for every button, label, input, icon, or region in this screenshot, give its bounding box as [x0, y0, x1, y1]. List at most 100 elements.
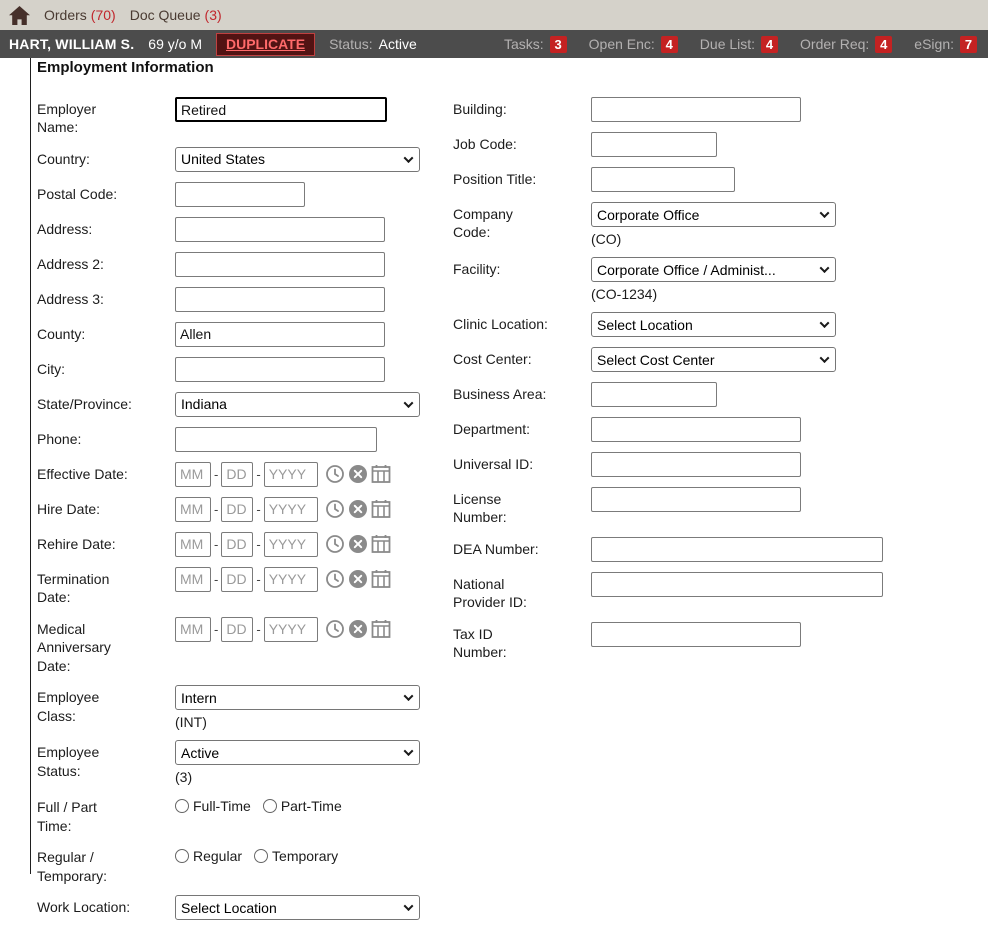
employee-class-select[interactable]: Intern — [175, 685, 420, 710]
employer-name-input[interactable] — [175, 97, 387, 122]
facility-code: (CO-1234) — [591, 286, 836, 302]
date-separator: - — [256, 502, 260, 517]
clear-icon[interactable] — [348, 619, 368, 639]
full-time-option-label: Full-Time — [193, 798, 251, 814]
city-input[interactable] — [175, 357, 385, 382]
row-effective-date: Effective Date: - - — [37, 462, 449, 487]
esign-badge: 7 — [960, 36, 977, 53]
counter-badges: Tasks: 3 Open Enc: 4 Due List: 4 Order R… — [504, 36, 979, 53]
medical-anniversary-mm-input[interactable] — [175, 617, 211, 642]
department-input[interactable] — [591, 417, 801, 442]
order-req-counter[interactable]: Order Req: 4 — [800, 36, 892, 53]
row-universal-id: Universal ID: — [453, 452, 988, 477]
employment-panel: Employment Information Employer Name: Co… — [30, 58, 988, 874]
business-area-input[interactable] — [591, 382, 717, 407]
clear-icon[interactable] — [348, 499, 368, 519]
clock-icon[interactable] — [325, 619, 345, 639]
chevron-down-icon — [820, 318, 830, 328]
employer-name-label: Employer Name: — [37, 97, 134, 137]
regular-radio[interactable] — [175, 849, 189, 863]
employee-class-select-value: Intern — [181, 690, 399, 706]
job-code-input[interactable] — [591, 132, 717, 157]
clear-icon[interactable] — [348, 569, 368, 589]
calendar-icon[interactable] — [371, 534, 391, 554]
termination-date-yyyy-input[interactable] — [264, 567, 318, 592]
address-label: Address: — [37, 217, 134, 242]
country-select-value: United States — [181, 151, 399, 167]
medical-anniversary-dd-input[interactable] — [221, 617, 253, 642]
county-input[interactable] — [175, 322, 385, 347]
home-icon[interactable] — [9, 6, 30, 25]
universal-id-input[interactable] — [591, 452, 801, 477]
hire-date-mm-input[interactable] — [175, 497, 211, 522]
license-number-input[interactable] — [591, 487, 801, 512]
open-enc-counter[interactable]: Open Enc: 4 — [589, 36, 678, 53]
facility-select[interactable]: Corporate Office / Administ... — [591, 257, 836, 282]
row-facility: Facility: Corporate Office / Administ...… — [453, 257, 988, 302]
effective-date-mm-input[interactable] — [175, 462, 211, 487]
row-termination-date: Termination Date: - - — [37, 567, 449, 607]
duplicate-flag-button[interactable]: DUPLICATE — [216, 33, 315, 56]
national-provider-id-input[interactable] — [591, 572, 883, 597]
orders-link[interactable]: Orders (70) — [44, 7, 116, 23]
building-input[interactable] — [591, 97, 801, 122]
medical-anniversary-yyyy-input[interactable] — [264, 617, 318, 642]
clear-icon[interactable] — [348, 534, 368, 554]
clock-icon[interactable] — [325, 569, 345, 589]
medical-anniversary-date-group: - - — [175, 617, 391, 642]
clock-icon[interactable] — [325, 464, 345, 484]
temporary-option[interactable]: Temporary — [254, 848, 338, 864]
calendar-icon[interactable] — [371, 619, 391, 639]
full-time-option[interactable]: Full-Time — [175, 798, 251, 814]
clear-icon[interactable] — [348, 464, 368, 484]
employee-class-label: Employee Class: — [37, 685, 134, 730]
hire-date-yyyy-input[interactable] — [264, 497, 318, 522]
termination-date-dd-input[interactable] — [221, 567, 253, 592]
doc-queue-link[interactable]: Doc Queue (3) — [130, 7, 222, 23]
clinic-location-select[interactable]: Select Location — [591, 312, 836, 337]
part-time-option[interactable]: Part-Time — [263, 798, 342, 814]
part-time-option-label: Part-Time — [281, 798, 342, 814]
rehire-date-mm-input[interactable] — [175, 532, 211, 557]
work-location-select[interactable]: Select Location — [175, 895, 420, 920]
company-code-select[interactable]: Corporate Office — [591, 202, 836, 227]
regular-option[interactable]: Regular — [175, 848, 242, 864]
address3-input[interactable] — [175, 287, 385, 312]
effective-date-dd-input[interactable] — [221, 462, 253, 487]
dea-number-input[interactable] — [591, 537, 883, 562]
position-title-input[interactable] — [591, 167, 735, 192]
full-time-radio[interactable] — [175, 799, 189, 813]
tasks-counter[interactable]: Tasks: 3 — [504, 36, 567, 53]
rehire-date-dd-input[interactable] — [221, 532, 253, 557]
employee-status-select[interactable]: Active — [175, 740, 420, 765]
hire-date-dd-input[interactable] — [221, 497, 253, 522]
phone-input[interactable] — [175, 427, 377, 452]
regular-temporary-label: Regular / Temporary: — [37, 845, 134, 885]
esign-counter[interactable]: eSign: 7 — [914, 36, 977, 53]
rehire-date-yyyy-input[interactable] — [264, 532, 318, 557]
calendar-icon[interactable] — [371, 569, 391, 589]
calendar-icon[interactable] — [371, 464, 391, 484]
clock-icon[interactable] — [325, 534, 345, 554]
effective-date-yyyy-input[interactable] — [264, 462, 318, 487]
address-input[interactable] — [175, 217, 385, 242]
regular-option-label: Regular — [193, 848, 242, 864]
row-medical-anniversary-date: Medical Anniversary Date: - - — [37, 617, 449, 675]
temporary-radio[interactable] — [254, 849, 268, 863]
due-list-counter[interactable]: Due List: 4 — [700, 36, 778, 53]
tax-id-number-input[interactable] — [591, 622, 801, 647]
row-regular-temporary: Regular / Temporary: Regular Temporary — [37, 845, 449, 885]
part-time-radio[interactable] — [263, 799, 277, 813]
clock-icon[interactable] — [325, 499, 345, 519]
termination-date-mm-input[interactable] — [175, 567, 211, 592]
address2-input[interactable] — [175, 252, 385, 277]
open-enc-label: Open Enc: — [589, 36, 655, 52]
calendar-icon[interactable] — [371, 499, 391, 519]
chevron-down-icon — [404, 153, 414, 163]
date-separator: - — [214, 622, 218, 637]
state-select[interactable]: Indiana — [175, 392, 420, 417]
cost-center-select[interactable]: Select Cost Center — [591, 347, 836, 372]
country-select[interactable]: United States — [175, 147, 420, 172]
row-employer-name: Employer Name: — [37, 97, 449, 137]
postal-code-input[interactable] — [175, 182, 305, 207]
